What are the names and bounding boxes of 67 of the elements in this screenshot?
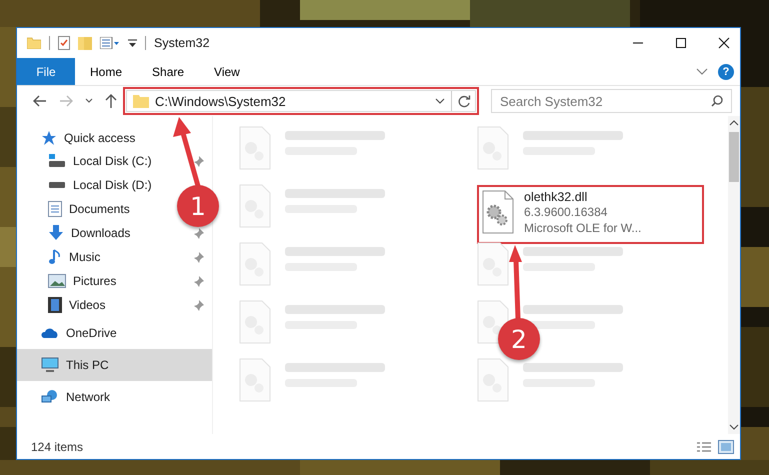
sidebar-item[interactable]: Pictures — [73, 274, 116, 288]
star-icon — [41, 130, 57, 146]
checklist-icon[interactable] — [58, 36, 70, 50]
pin-icon[interactable] — [193, 228, 204, 238]
ribbon-tab[interactable]: View — [199, 58, 255, 85]
pin-icon[interactable] — [193, 252, 204, 262]
help-button[interactable]: ? — [718, 64, 734, 80]
sidebar-item[interactable]: Local Disk (D:) — [73, 178, 152, 192]
file-menu-button[interactable]: File — [17, 58, 75, 85]
gear-file-icon — [239, 358, 271, 402]
gear-file-icon — [239, 126, 271, 170]
sidebar-item[interactable]: This PC — [17, 349, 212, 381]
drive-icon — [48, 154, 66, 168]
blurred-label — [523, 263, 595, 271]
pointer-arrow — [173, 117, 200, 187]
document-icon — [48, 201, 62, 217]
gear-file-icon — [239, 300, 271, 344]
address-bar[interactable]: C:\Windows\System32 — [126, 90, 476, 112]
scrollbar-thumb[interactable] — [729, 132, 739, 182]
monitor-icon — [41, 357, 59, 373]
scroll-up-icon[interactable] — [729, 120, 739, 126]
down-arrow-icon — [48, 225, 64, 241]
ribbon-tab[interactable]: Home — [75, 58, 138, 85]
customize-caret-icon[interactable] — [128, 38, 137, 48]
refresh-icon[interactable] — [458, 94, 471, 108]
pin-icon[interactable] — [193, 300, 204, 310]
sidebar-item[interactable]: Quick access — [17, 127, 212, 149]
network-icon — [41, 389, 59, 405]
landscape-picture-icon — [48, 274, 66, 288]
large-icons-view-icon[interactable] — [718, 440, 734, 454]
pin-icon[interactable] — [193, 276, 204, 286]
ribbon-tab[interactable]: Share — [137, 58, 200, 85]
window-title: System32 — [154, 36, 210, 50]
pin-icon[interactable] — [193, 156, 204, 166]
folder-icon — [133, 94, 149, 108]
item-count: 124 items — [31, 440, 84, 454]
gear-file-icon — [482, 190, 514, 234]
scroll-down-icon[interactable] — [729, 424, 739, 430]
expand-ribbon-icon[interactable] — [696, 68, 708, 76]
gear-file-icon — [477, 126, 509, 170]
close-icon[interactable] — [718, 37, 730, 49]
drive-icon — [48, 182, 66, 188]
up-arrow-icon[interactable] — [105, 94, 117, 108]
details-view-icon[interactable] — [696, 440, 712, 452]
search-field[interactable]: Search System32 — [491, 89, 732, 113]
back-arrow-icon[interactable] — [33, 95, 47, 107]
gear-file-icon — [477, 358, 509, 402]
caret-icon[interactable] — [435, 98, 445, 104]
cloud-icon — [41, 327, 59, 339]
address-path: C:\Windows\System32 — [155, 94, 286, 108]
sidebar-item[interactable]: OneDrive — [17, 317, 212, 349]
sidebar-item[interactable]: Documents — [69, 202, 130, 216]
file-item[interactable]: olethk32.dll 6.3.9600.16384 Microsoft OLE for W... — [479, 187, 702, 242]
film-icon — [48, 297, 62, 313]
sidebar-item[interactable]: Local Disk (C:) — [73, 154, 152, 168]
sidebar-item[interactable]: Network — [17, 381, 212, 413]
gear-file-icon — [477, 242, 509, 286]
properties-icon[interactable] — [100, 37, 120, 49]
sidebar-item[interactable]: Music — [69, 250, 100, 264]
music-note-icon — [48, 249, 62, 265]
maximize-icon[interactable] — [675, 37, 687, 49]
search-icon — [711, 95, 723, 107]
gear-file-icon — [239, 242, 271, 286]
sidebar-item[interactable]: Videos — [69, 298, 106, 312]
gear-file-icon — [239, 184, 271, 228]
sidebar-item[interactable]: Downloads — [71, 226, 130, 240]
recent-caret-icon[interactable] — [85, 98, 93, 104]
